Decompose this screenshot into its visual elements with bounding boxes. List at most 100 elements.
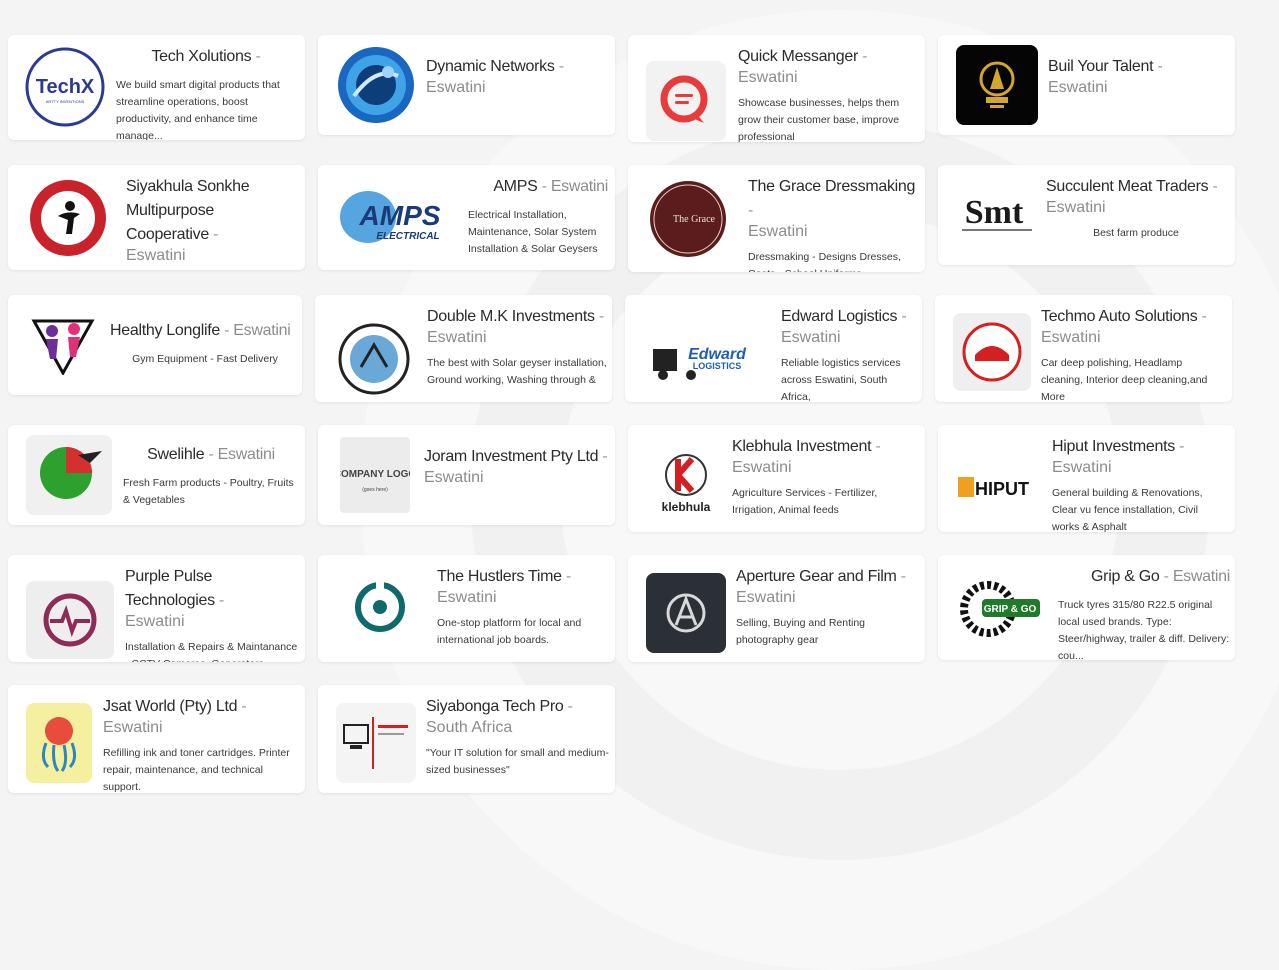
listing-card[interactable]: HIPUT Hiput Investments - Eswatini Gener… bbox=[938, 425, 1235, 532]
listing-description: Fresh Farm products - Poultry, Fruits & … bbox=[123, 477, 294, 506]
listing-location: Eswatini bbox=[427, 329, 487, 346]
listing-location: Eswatini bbox=[736, 589, 796, 606]
amps-logo-icon: AMPS ELECTRICAL bbox=[338, 181, 458, 251]
listing-card[interactable]: Dynamic Networks - Eswatini bbox=[318, 35, 615, 135]
listing-name[interactable]: Siyabonga Tech Pro bbox=[426, 698, 564, 715]
listing-location: Eswatini bbox=[424, 469, 484, 486]
listing-description: Best farm produce bbox=[1093, 227, 1179, 239]
listing-card[interactable]: GRIP & GO Grip & Go - Eswatini Truck tyr… bbox=[938, 555, 1235, 660]
listing-card[interactable]: Edward LOGISTICS Edward Logistics - Eswat… bbox=[625, 295, 922, 402]
listing-card[interactable]: klebhula Klebhula Investment - Eswatini … bbox=[628, 425, 925, 532]
listing-card[interactable]: Quick Messanger - Eswatini Showcase busi… bbox=[628, 35, 925, 142]
listing-description: Showcase businesses, helps them grow the… bbox=[738, 97, 900, 142]
svg-text:The Grace: The Grace bbox=[673, 214, 715, 225]
listing-description: Installation & Repairs & Maintanance - C… bbox=[125, 641, 298, 662]
svg-text:TechX: TechX bbox=[36, 76, 95, 98]
listing-name[interactable]: Dynamic Networks bbox=[426, 58, 555, 75]
svg-text:ELECTRICAL: ELECTRICAL bbox=[376, 231, 439, 242]
listing-description: Refilling ink and toner cartridges. Prin… bbox=[103, 747, 290, 793]
listing-location: Eswatini bbox=[1052, 459, 1112, 476]
swelihle-logo-icon bbox=[26, 435, 112, 515]
listing-description: Selling, Buying and Renting photography … bbox=[736, 617, 866, 646]
siyabonga-tech-logo-icon bbox=[336, 703, 416, 783]
grip-and-go-logo-icon: GRIP & GO bbox=[958, 569, 1048, 645]
listing-card[interactable]: Healthy Longlife - Eswatini Gym Equipmen… bbox=[8, 295, 302, 395]
listing-card[interactable]: AMPS ELECTRICAL AMPS - Eswatini Electrica… bbox=[318, 165, 615, 270]
listing-description: One-stop platform for local and internat… bbox=[437, 617, 582, 646]
listing-description: "Your IT solution for small and medium-s… bbox=[426, 747, 609, 776]
succulent-logo-icon: Smt bbox=[954, 183, 1038, 239]
listing-name[interactable]: Tech Xolutions bbox=[151, 48, 251, 65]
listing-name[interactable]: Edward Logistics bbox=[781, 308, 897, 325]
listing-card[interactable]: Smt Succulent Meat Traders - Eswatini Be… bbox=[938, 165, 1235, 265]
listing-name[interactable]: AMPS bbox=[493, 178, 537, 195]
hustlers-time-logo-icon bbox=[336, 569, 424, 649]
listing-location: Eswatini bbox=[781, 329, 841, 346]
hiput-logo-icon: HIPUT bbox=[956, 471, 1042, 505]
listing-card[interactable]: Jsat World (Pty) Ltd - Eswatini Refillin… bbox=[8, 685, 305, 793]
listing-card[interactable]: Buil Your Talent - Eswatini bbox=[938, 35, 1235, 135]
listing-location: Eswatini bbox=[1048, 79, 1108, 96]
listing-name[interactable]: Jsat World (Pty) Ltd bbox=[103, 698, 238, 715]
listing-description: Electrical Installation, Maintenance, So… bbox=[468, 209, 598, 255]
listing-name[interactable]: Healthy Longlife bbox=[110, 322, 220, 339]
purple-pulse-logo-icon bbox=[26, 581, 114, 659]
listing-description: Agriculture Services - Fertilizer, Irrig… bbox=[732, 487, 878, 516]
listing-location: Eswatini bbox=[1172, 568, 1230, 585]
listing-name[interactable]: Double M.K Investments bbox=[427, 308, 595, 325]
listing-card[interactable]: Siyabonga Tech Pro - South Africa "Your … bbox=[318, 685, 615, 793]
listing-description: Truck tyres 315/80 R22.5 original local … bbox=[1058, 599, 1230, 660]
listing-location: Eswatini bbox=[126, 247, 186, 264]
techx-logo-icon: TechX ARTTY INVENTIONS bbox=[25, 47, 105, 127]
listing-name[interactable]: Aperture Gear and Film bbox=[736, 568, 897, 585]
listing-name[interactable]: The Grace Dressmaking bbox=[748, 178, 915, 195]
listing-card[interactable]: TechX ARTTY INVENTIONS Tech Xolutions - W… bbox=[8, 35, 305, 140]
listing-card[interactable]: COMPANY LOGO (goes here) Joram Investment… bbox=[318, 425, 615, 525]
listing-card[interactable]: Purple Pulse Technologies - Eswatini Ins… bbox=[8, 555, 305, 662]
listing-location: Eswatini bbox=[1046, 199, 1106, 216]
listing-description: General building & Renovations, Clear vu… bbox=[1052, 487, 1203, 532]
dynamic-networks-logo-icon bbox=[336, 46, 416, 124]
listing-name[interactable]: Joram Investment Pty Ltd bbox=[424, 448, 599, 465]
listing-name[interactable]: Buil Your Talent bbox=[1048, 58, 1154, 75]
edward-logistics-logo-icon: Edward LOGISTICS bbox=[651, 335, 755, 385]
listing-card[interactable]: The Hustlers Time - Eswatini One-stop pl… bbox=[318, 555, 615, 662]
listing-location: Eswatini bbox=[233, 322, 291, 339]
listing-name[interactable]: Siyakhula Sonkhe Multipurpose Cooperativ… bbox=[126, 178, 250, 243]
svg-text:klebhula: klebhula bbox=[662, 500, 711, 514]
jsat-world-logo-icon bbox=[26, 703, 92, 783]
listing-location: Eswatini bbox=[732, 459, 792, 476]
listing-name[interactable]: Succulent Meat Traders bbox=[1046, 178, 1209, 195]
listing-location: South Africa bbox=[426, 719, 513, 736]
company-logo-placeholder-icon: COMPANY LOGO (goes here) bbox=[340, 437, 410, 513]
listing-name[interactable]: Purple Pulse Technologies bbox=[125, 568, 215, 609]
listing-card[interactable]: Siyakhula Sonkhe Multipurpose Cooperativ… bbox=[8, 165, 305, 270]
listing-card[interactable]: Double M.K Investments - Eswatini The be… bbox=[315, 295, 612, 402]
listing-location: Eswatini bbox=[125, 613, 185, 630]
listing-name[interactable]: Klebhula Investment bbox=[732, 438, 872, 455]
listing-card[interactable]: Techmo Auto Solutions - Eswatini Car dee… bbox=[935, 295, 1232, 402]
healthy-longlife-logo-icon bbox=[28, 311, 98, 375]
listing-description: Reliable logistics services across Eswat… bbox=[781, 357, 901, 402]
svg-text:Smt: Smt bbox=[965, 194, 1024, 231]
listing-name[interactable]: Grip & Go bbox=[1091, 568, 1160, 585]
listing-name[interactable]: Techmo Auto Solutions bbox=[1041, 308, 1198, 325]
svg-text:LOGISTICS: LOGISTICS bbox=[693, 361, 742, 371]
listing-location: Eswatini bbox=[217, 446, 275, 463]
listing-description: We build smart digital products that str… bbox=[116, 79, 280, 140]
listing-name[interactable]: The Hustlers Time bbox=[437, 568, 562, 585]
svg-text:(goes here): (goes here) bbox=[362, 487, 388, 493]
double-mk-logo-icon bbox=[337, 323, 411, 395]
listing-location: Eswatini bbox=[426, 79, 486, 96]
svg-text:COMPANY LOGO: COMPANY LOGO bbox=[340, 469, 410, 480]
listing-name[interactable]: Swelihle bbox=[147, 446, 204, 463]
listing-name[interactable]: Hiput Investments bbox=[1052, 438, 1175, 455]
listing-location: Eswatini bbox=[738, 69, 798, 86]
listing-card[interactable]: Aperture Gear and Film - Eswatini Sellin… bbox=[628, 555, 925, 662]
listing-description: Car deep polishing, Headlamp cleaning, I… bbox=[1041, 357, 1208, 402]
listing-description: Dressmaking - Designs Dresses, Coats - S… bbox=[748, 251, 901, 272]
listing-card[interactable]: Swelihle - Eswatini Fresh Farm products … bbox=[8, 425, 305, 525]
listing-name[interactable]: Quick Messanger bbox=[738, 48, 858, 65]
listing-card[interactable]: The Grace The Grace Dressmaking - Eswati… bbox=[628, 165, 925, 272]
listing-location: Eswatini bbox=[103, 719, 163, 736]
